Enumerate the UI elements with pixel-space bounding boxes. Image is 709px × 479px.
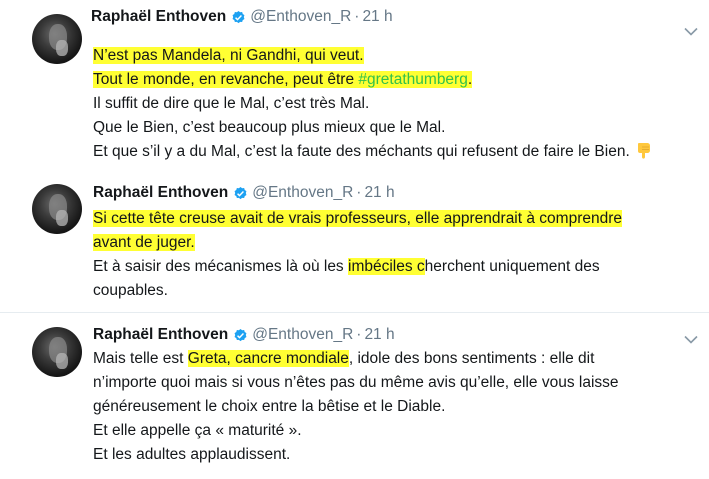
author-handle[interactable]: @Enthoven_R	[250, 8, 351, 26]
tweet-line-text: Mais telle est	[93, 350, 188, 367]
tweet-line: Mais telle est Greta, cancre mondiale, i…	[93, 347, 619, 371]
tweet-line: n’importe quoi mais si vous n’êtes pas d…	[93, 374, 619, 391]
tweet-line: Tout le monde, en revanche, peut être #g…	[93, 68, 652, 92]
author-name[interactable]: Raphaël Enthoven	[93, 326, 228, 344]
tweet-line: Et les adultes applaudissent.	[93, 446, 291, 463]
tweet-line: Il suffit de dire que le Mal, c’est très…	[93, 95, 370, 112]
timestamp[interactable]: 21 h	[364, 326, 394, 344]
chevron-down-icon[interactable]	[684, 27, 698, 36]
highlighted-text: Si cette tête creuse avait de vrais prof…	[93, 210, 622, 227]
separator-dot: ·	[354, 8, 360, 25]
hashtag-link[interactable]: #gretathumberg	[358, 71, 468, 88]
divider	[0, 312, 709, 313]
tweet-line: généreusement le choix entre la bêtise e…	[93, 398, 446, 415]
highlighted-text: .	[467, 71, 473, 88]
highlighted-text: N’est pas Mandela, ni Gandhi, qui veut.	[93, 47, 364, 64]
tweet-line: Si cette tête creuse avait de vrais prof…	[93, 207, 622, 231]
timestamp[interactable]: 21 h	[362, 8, 392, 26]
tweet-line-text: herchent uniquement des	[424, 258, 600, 275]
tweet-line-text: Et à saisir des mécanismes là où les	[93, 258, 348, 275]
verified-badge-icon	[234, 186, 247, 199]
author-name[interactable]: Raphaël Enthoven	[93, 184, 228, 202]
avatar[interactable]	[32, 14, 82, 64]
verified-badge-icon	[232, 10, 245, 23]
tweet-line: N’est pas Mandela, ni Gandhi, qui veut.	[93, 44, 652, 68]
avatar[interactable]	[32, 327, 82, 377]
tweet-text: Mais telle est Greta, cancre mondiale, i…	[93, 347, 619, 467]
tweet-line: coupables.	[93, 282, 168, 299]
tweet-line: Et à saisir des mécanismes là où les imb…	[93, 255, 622, 279]
tweet-line-text: , idole des bons sentiments : elle dit	[348, 350, 595, 367]
author-name[interactable]: Raphaël Enthoven	[91, 8, 226, 26]
verified-badge-icon	[234, 328, 247, 341]
separator-dot: ·	[356, 326, 362, 343]
author-handle[interactable]: @Enthoven_R	[252, 184, 353, 202]
tweet-line: Et que s’il y a du Mal, c’est la faute d…	[93, 140, 652, 164]
tweet-line-text: Et que s’il y a du Mal, c’est la faute d…	[93, 143, 630, 160]
tweet-line: Et elle appelle ça « maturité ».	[93, 422, 302, 439]
pointing-down-hand-emoji	[637, 143, 650, 159]
author-handle[interactable]: @Enthoven_R	[252, 326, 353, 344]
highlighted-text: imbéciles c	[348, 258, 425, 275]
highlighted-text: Tout le monde, en revanche, peut être	[93, 71, 359, 88]
tweet-line: avant de juger.	[93, 231, 622, 255]
separator-dot: ·	[356, 184, 362, 201]
tweet-line: Que le Bien, c’est beaucoup plus mieux q…	[93, 119, 446, 136]
tweet-text: N’est pas Mandela, ni Gandhi, qui veut. …	[93, 44, 652, 164]
chevron-down-icon[interactable]	[684, 335, 698, 344]
avatar[interactable]	[32, 184, 82, 234]
highlighted-text: Greta, cancre mondiale	[187, 350, 349, 367]
timestamp[interactable]: 21 h	[364, 184, 394, 202]
tweet-text: Si cette tête creuse avait de vrais prof…	[93, 207, 622, 303]
highlighted-text: avant de juger.	[93, 234, 195, 251]
